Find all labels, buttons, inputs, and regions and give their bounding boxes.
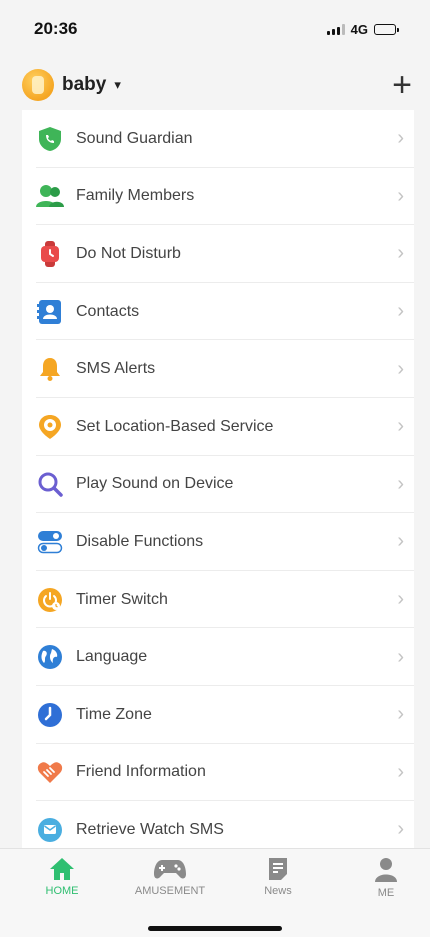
menu-item-friend-information[interactable]: Friend Information › — [22, 744, 414, 802]
handshake-icon — [36, 758, 64, 786]
globe-icon — [36, 643, 64, 671]
menu-item-sound-guardian[interactable]: Sound Guardian › — [22, 110, 414, 168]
family-icon — [36, 182, 64, 210]
menu-item-location-service[interactable]: Set Location-Based Service › — [22, 398, 414, 456]
network-type: 4G — [350, 21, 368, 37]
location-pin-icon — [36, 413, 64, 441]
news-icon — [269, 858, 287, 880]
status-bar: 20:36 4G — [0, 0, 430, 58]
chevron-right-icon: › — [397, 645, 404, 668]
menu-item-sms-alerts[interactable]: SMS Alerts › — [22, 340, 414, 398]
contacts-icon — [36, 298, 64, 326]
person-icon — [375, 858, 397, 882]
menu-item-play-sound[interactable]: Play Sound on Device › — [22, 456, 414, 514]
shield-phone-icon — [36, 125, 64, 153]
menu-item-family-members[interactable]: Family Members › — [22, 168, 414, 226]
tab-label: HOME — [45, 885, 79, 897]
menu-item-label: Family Members — [76, 187, 195, 205]
message-icon — [36, 816, 64, 844]
menu-item-disable-functions[interactable]: Disable Functions › — [22, 513, 414, 571]
clock-icon — [36, 701, 64, 729]
header: baby ▾ + — [0, 60, 430, 110]
menu-item-do-not-disturb[interactable]: Do Not Disturb › — [22, 225, 414, 283]
add-button[interactable]: + — [392, 68, 412, 102]
home-indicator — [148, 926, 282, 931]
menu-item-label: Time Zone — [76, 705, 152, 723]
chevron-right-icon: › — [397, 818, 404, 841]
battery-icon — [374, 23, 399, 35]
menu-item-label: Set Location-Based Service — [76, 417, 274, 435]
chevron-right-icon: › — [397, 300, 404, 323]
tab-label: AMUSEMENT — [134, 885, 206, 897]
device-avatar — [22, 69, 54, 101]
search-icon — [36, 470, 64, 498]
home-icon — [50, 858, 74, 880]
menu-item-retrieve-sms[interactable]: Retrieve Watch SMS › — [22, 801, 414, 848]
menu-item-label: Contacts — [76, 302, 140, 320]
gamepad-icon — [154, 860, 186, 879]
tab-label: ME — [377, 887, 395, 899]
chevron-right-icon: › — [397, 703, 404, 726]
chevron-right-icon: › — [397, 760, 404, 783]
device-name: baby — [62, 74, 107, 95]
device-selector[interactable]: baby ▾ — [22, 69, 121, 101]
tab-news[interactable]: News — [233, 857, 323, 897]
bottom-tab-bar: HOME AMUSEMENT News ME — [0, 848, 430, 937]
chevron-right-icon: › — [397, 242, 404, 265]
menu-item-label: Do Not Disturb — [76, 244, 181, 262]
status-time: 20:36 — [34, 19, 78, 38]
timer-switch-icon — [36, 586, 64, 614]
chevron-right-icon: › — [397, 530, 404, 553]
menu-item-label: Disable Functions — [76, 532, 204, 550]
menu-item-label: Retrieve Watch SMS — [76, 820, 224, 838]
menu-item-label: Timer Switch — [76, 590, 168, 608]
menu-item-contacts[interactable]: Contacts › — [22, 283, 414, 341]
chevron-right-icon: › — [397, 472, 404, 495]
menu-item-label: Play Sound on Device — [76, 475, 234, 493]
chevron-right-icon: › — [397, 357, 404, 380]
tab-home[interactable]: HOME — [17, 857, 107, 897]
chevron-right-icon: › — [397, 127, 404, 150]
bell-icon — [36, 355, 64, 383]
menu-item-time-zone[interactable]: Time Zone › — [22, 686, 414, 744]
settings-list: Sound Guardian › Family Members › Do Not… — [22, 110, 414, 848]
system-indicators: 4G — [326, 21, 399, 37]
signal-icon — [326, 23, 345, 35]
tab-amusement[interactable]: AMUSEMENT — [125, 857, 215, 897]
chevron-right-icon: › — [397, 184, 404, 207]
chevron-right-icon: › — [397, 415, 404, 438]
tab-label: News — [264, 885, 292, 897]
chevron-right-icon: › — [397, 588, 404, 611]
menu-item-label: SMS Alerts — [76, 360, 156, 378]
menu-item-language[interactable]: Language › — [22, 628, 414, 686]
watch-icon — [36, 240, 64, 268]
menu-item-timer-switch[interactable]: Timer Switch › — [22, 571, 414, 629]
chevron-down-icon: ▾ — [114, 77, 121, 92]
menu-item-label: Sound Guardian — [76, 129, 193, 147]
menu-item-label: Language — [76, 648, 148, 666]
toggle-icon — [36, 528, 64, 556]
menu-item-label: Friend Information — [76, 763, 206, 781]
tab-me[interactable]: ME — [341, 857, 430, 899]
